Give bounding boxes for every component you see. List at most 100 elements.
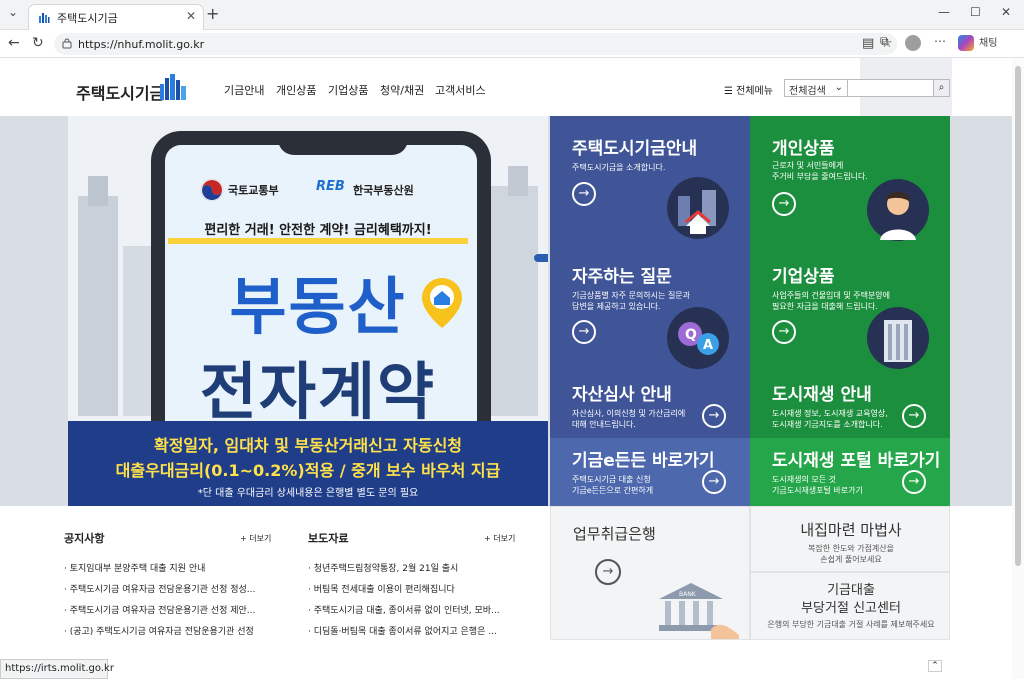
- notice-item[interactable]: · 주택도시기금 여유자금 전담운용기관 선정 제안...: [64, 603, 255, 616]
- scroll-top-button[interactable]: ⌃: [928, 660, 942, 672]
- tile-title: 자주하는 질문: [572, 267, 672, 287]
- maximize-icon[interactable]: ☐: [970, 5, 981, 19]
- tab-list-chevron-icon[interactable]: ⌄: [8, 5, 18, 19]
- hero-footer: 확정일자, 임대차 및 부동산거래신고 자동신청 대출우대금리(0.1~0.2%…: [68, 421, 548, 506]
- tile-title: 개인상품: [772, 139, 835, 159]
- arrow-right-icon[interactable]: →: [702, 470, 726, 494]
- scrollbar-thumb[interactable]: [1015, 66, 1021, 566]
- press-item[interactable]: · 주택도시기금 대출, 종이서류 없이 인터넷, 모바...: [308, 603, 500, 616]
- nav-customer-service[interactable]: 고객서비스: [435, 82, 486, 98]
- copilot-icon[interactable]: [958, 35, 974, 51]
- arrow-right-icon[interactable]: →: [902, 470, 926, 494]
- slider-controls[interactable]: [534, 252, 548, 264]
- url-bar[interactable]: https://nhuf.molit.go.kr ▤ ☆: [54, 33, 897, 55]
- loan-report-card[interactable]: 기금대출 부당거절 신고센터 은행의 부당한 기금대출 거절 사례를 제보해주세…: [750, 572, 950, 640]
- tile-desc: 주택도시기금을 소개합니다.: [572, 163, 666, 172]
- hamburger-icon: ☰: [724, 86, 733, 97]
- split-screen-icon[interactable]: ⧉: [880, 34, 889, 49]
- page-scrollbar[interactable]: [1012, 58, 1024, 679]
- search-scope-value: 전체검색: [789, 86, 826, 97]
- tile-desc: 근로자 및 서민들에게 주거비 부담을 줄여드립니다.: [772, 161, 868, 181]
- tile-title: 기업상품: [772, 267, 835, 287]
- browser-tab-bar: ⌄ 주택도시기금 ✕ + — ☐ ✕: [0, 0, 1024, 30]
- profile-avatar[interactable]: [905, 35, 921, 51]
- tile-personal-products[interactable]: 개인상품 근로자 및 서민들에게 주거비 부담을 줄여드립니다. →: [750, 116, 950, 244]
- arrow-right-icon[interactable]: →: [902, 404, 926, 428]
- reb-logo: REB: [316, 179, 345, 194]
- tile-desc: 도시재생 정보, 도시재생 교육영상, 도시재생 기금지도를 소개합니다.: [772, 409, 888, 429]
- search-icon: ⌕: [938, 82, 945, 93]
- notice-item[interactable]: · 토지임대부 분양주택 대출 지원 안내: [64, 561, 205, 574]
- back-icon[interactable]: ←: [8, 35, 20, 51]
- tile-urban-regen-portal[interactable]: 도시재생 포털 바로가기 도시재생의 모든 것 기금도시재생포털 바로가기 →: [750, 438, 950, 506]
- refresh-icon[interactable]: ↻: [32, 35, 44, 51]
- nav-subscription-bonds[interactable]: 청약/채권: [380, 82, 424, 98]
- svg-text:A: A: [703, 338, 713, 353]
- arrow-right-icon[interactable]: →: [772, 320, 796, 344]
- site-favicon-icon: [39, 13, 50, 23]
- nav-corporate-products[interactable]: 기업상품: [328, 82, 368, 98]
- tile-corporate-products[interactable]: 기업상품 사업주들의 건물임대 및 주택분양에 필요한 자금을 대출해 드립니다…: [750, 244, 950, 372]
- city-house-icon: [667, 177, 729, 239]
- close-window-icon[interactable]: ✕: [1001, 5, 1011, 19]
- site-logo[interactable]: 주택도시기금: [76, 80, 164, 104]
- tile-desc: 주택도시기금 대출 신청 기금e든든으로 간편하게: [572, 475, 654, 495]
- site-info-icon[interactable]: [62, 38, 72, 49]
- search-scope-select[interactable]: 전체검색 ⌄: [784, 79, 848, 97]
- minimize-icon[interactable]: —: [938, 5, 950, 19]
- tile-asset-review[interactable]: 자산심사 안내 자산심사, 이의신청 및 가산금리에 대해 안내드립니다. →: [550, 372, 750, 438]
- search-input[interactable]: [848, 79, 934, 97]
- arrow-right-icon[interactable]: →: [572, 320, 596, 344]
- location-pin-icon: [422, 278, 462, 328]
- reading-view-icon[interactable]: ▤: [862, 36, 874, 51]
- tile-title: 기금e든든 바로가기: [572, 451, 715, 471]
- arrow-right-icon[interactable]: →: [572, 182, 596, 206]
- tile-title: 주택도시기금안내: [572, 139, 698, 159]
- loan-report-title2: 부당거절 신고센터: [801, 601, 901, 616]
- chevron-up-icon: ⌃: [931, 661, 939, 671]
- search-button[interactable]: ⌕: [934, 79, 950, 97]
- partner-banks-title: 업무취급은행: [573, 525, 656, 543]
- ministry-emblem-icon: [200, 178, 224, 202]
- tile-urban-regen-info[interactable]: 도시재생 안내 도시재생 정보, 도시재생 교육영상, 도시재생 기금지도를 소…: [750, 372, 950, 438]
- home-wizard-title: 내집마련 마법사: [800, 521, 902, 539]
- tile-title: 자산심사 안내: [572, 385, 672, 405]
- reb-name: 한국부동산원: [353, 184, 414, 197]
- more-menu-icon[interactable]: ⋯: [934, 34, 946, 48]
- notice-more-link[interactable]: + 더보기: [240, 533, 271, 544]
- phone-notch: [278, 131, 408, 155]
- notice-item[interactable]: · (공고) 주택도시기금 여유자금 전담운용기관 선정: [64, 624, 254, 637]
- site-header: 주택도시기금 기금안내 개인상품 기업상품 청약/채권 고객서비스 ☰ 전체메뉴…: [0, 58, 1012, 116]
- tile-fund-intro[interactable]: 주택도시기금안내 주택도시기금을 소개합니다. →: [550, 116, 750, 244]
- tile-title: 도시재생 안내: [772, 385, 872, 405]
- url-text: https://nhuf.molit.go.kr: [78, 38, 205, 51]
- press-item[interactable]: · 버팀목 전세대출 이용이 편리해집니다: [308, 582, 455, 595]
- tile-eddunddun-link[interactable]: 기금e든든 바로가기 주택도시기금 대출 신청 기금e든든으로 간편하게 →: [550, 438, 750, 506]
- tile-desc: 자산심사, 이의신청 및 가산금리에 대해 안내드립니다.: [572, 409, 686, 429]
- press-item[interactable]: · 청년주택드림청약통장, 2월 21일 출시: [308, 561, 458, 574]
- close-tab-icon[interactable]: ✕: [186, 9, 196, 23]
- tile-faq[interactable]: 자주하는 질문 기금상품별 자주 문의하시는 질문과 답변을 제공하고 있습니다…: [550, 244, 750, 372]
- arrow-right-icon[interactable]: →: [595, 559, 621, 585]
- tile-title: 도시재생 포털 바로가기: [772, 451, 941, 471]
- all-menu-button[interactable]: ☰ 전체메뉴: [724, 82, 773, 97]
- logo-mark-icon: [160, 74, 186, 100]
- new-tab-icon[interactable]: +: [206, 4, 219, 23]
- browser-tab[interactable]: 주택도시기금 ✕: [28, 4, 204, 30]
- qa-icon: QA: [667, 307, 729, 369]
- press-more-link[interactable]: + 더보기: [484, 533, 515, 544]
- nav-fund-info[interactable]: 기금안내: [224, 82, 264, 98]
- press-item[interactable]: · 디딤돌·버팀목 대출 종이서류 없어지고 은행은 ...: [308, 624, 497, 637]
- partner-banks-card[interactable]: 업무취급은행 → BANK: [550, 506, 750, 640]
- hero-footnote: *단 대출 우대금리 상세내용은 은행별 별도 문의 필요: [197, 488, 419, 499]
- arrow-right-icon[interactable]: →: [772, 192, 796, 216]
- copilot-label[interactable]: 채팅: [979, 34, 997, 49]
- nav-personal-products[interactable]: 개인상품: [276, 82, 316, 98]
- hero-benefit-line1: 확정일자, 임대차 및 부동산거래신고 자동신청: [153, 436, 463, 455]
- tile-desc: 도시재생의 모든 것 기금도시재생포털 바로가기: [772, 475, 863, 495]
- home-wizard-card[interactable]: 내집마련 마법사 복잡한 한도와 가점계산을 손쉽게 풀어보세요: [750, 506, 950, 572]
- press-title: 보도자료: [308, 532, 349, 545]
- arrow-right-icon[interactable]: →: [702, 404, 726, 428]
- notice-item[interactable]: · 주택도시기금 여유자금 전담운용기관 선정 정성...: [64, 582, 255, 595]
- hero-banner[interactable]: 국토교통부 REB 한국부동산원 편리한 거래! 안전한 계약! 금리혜택까지!…: [68, 116, 548, 506]
